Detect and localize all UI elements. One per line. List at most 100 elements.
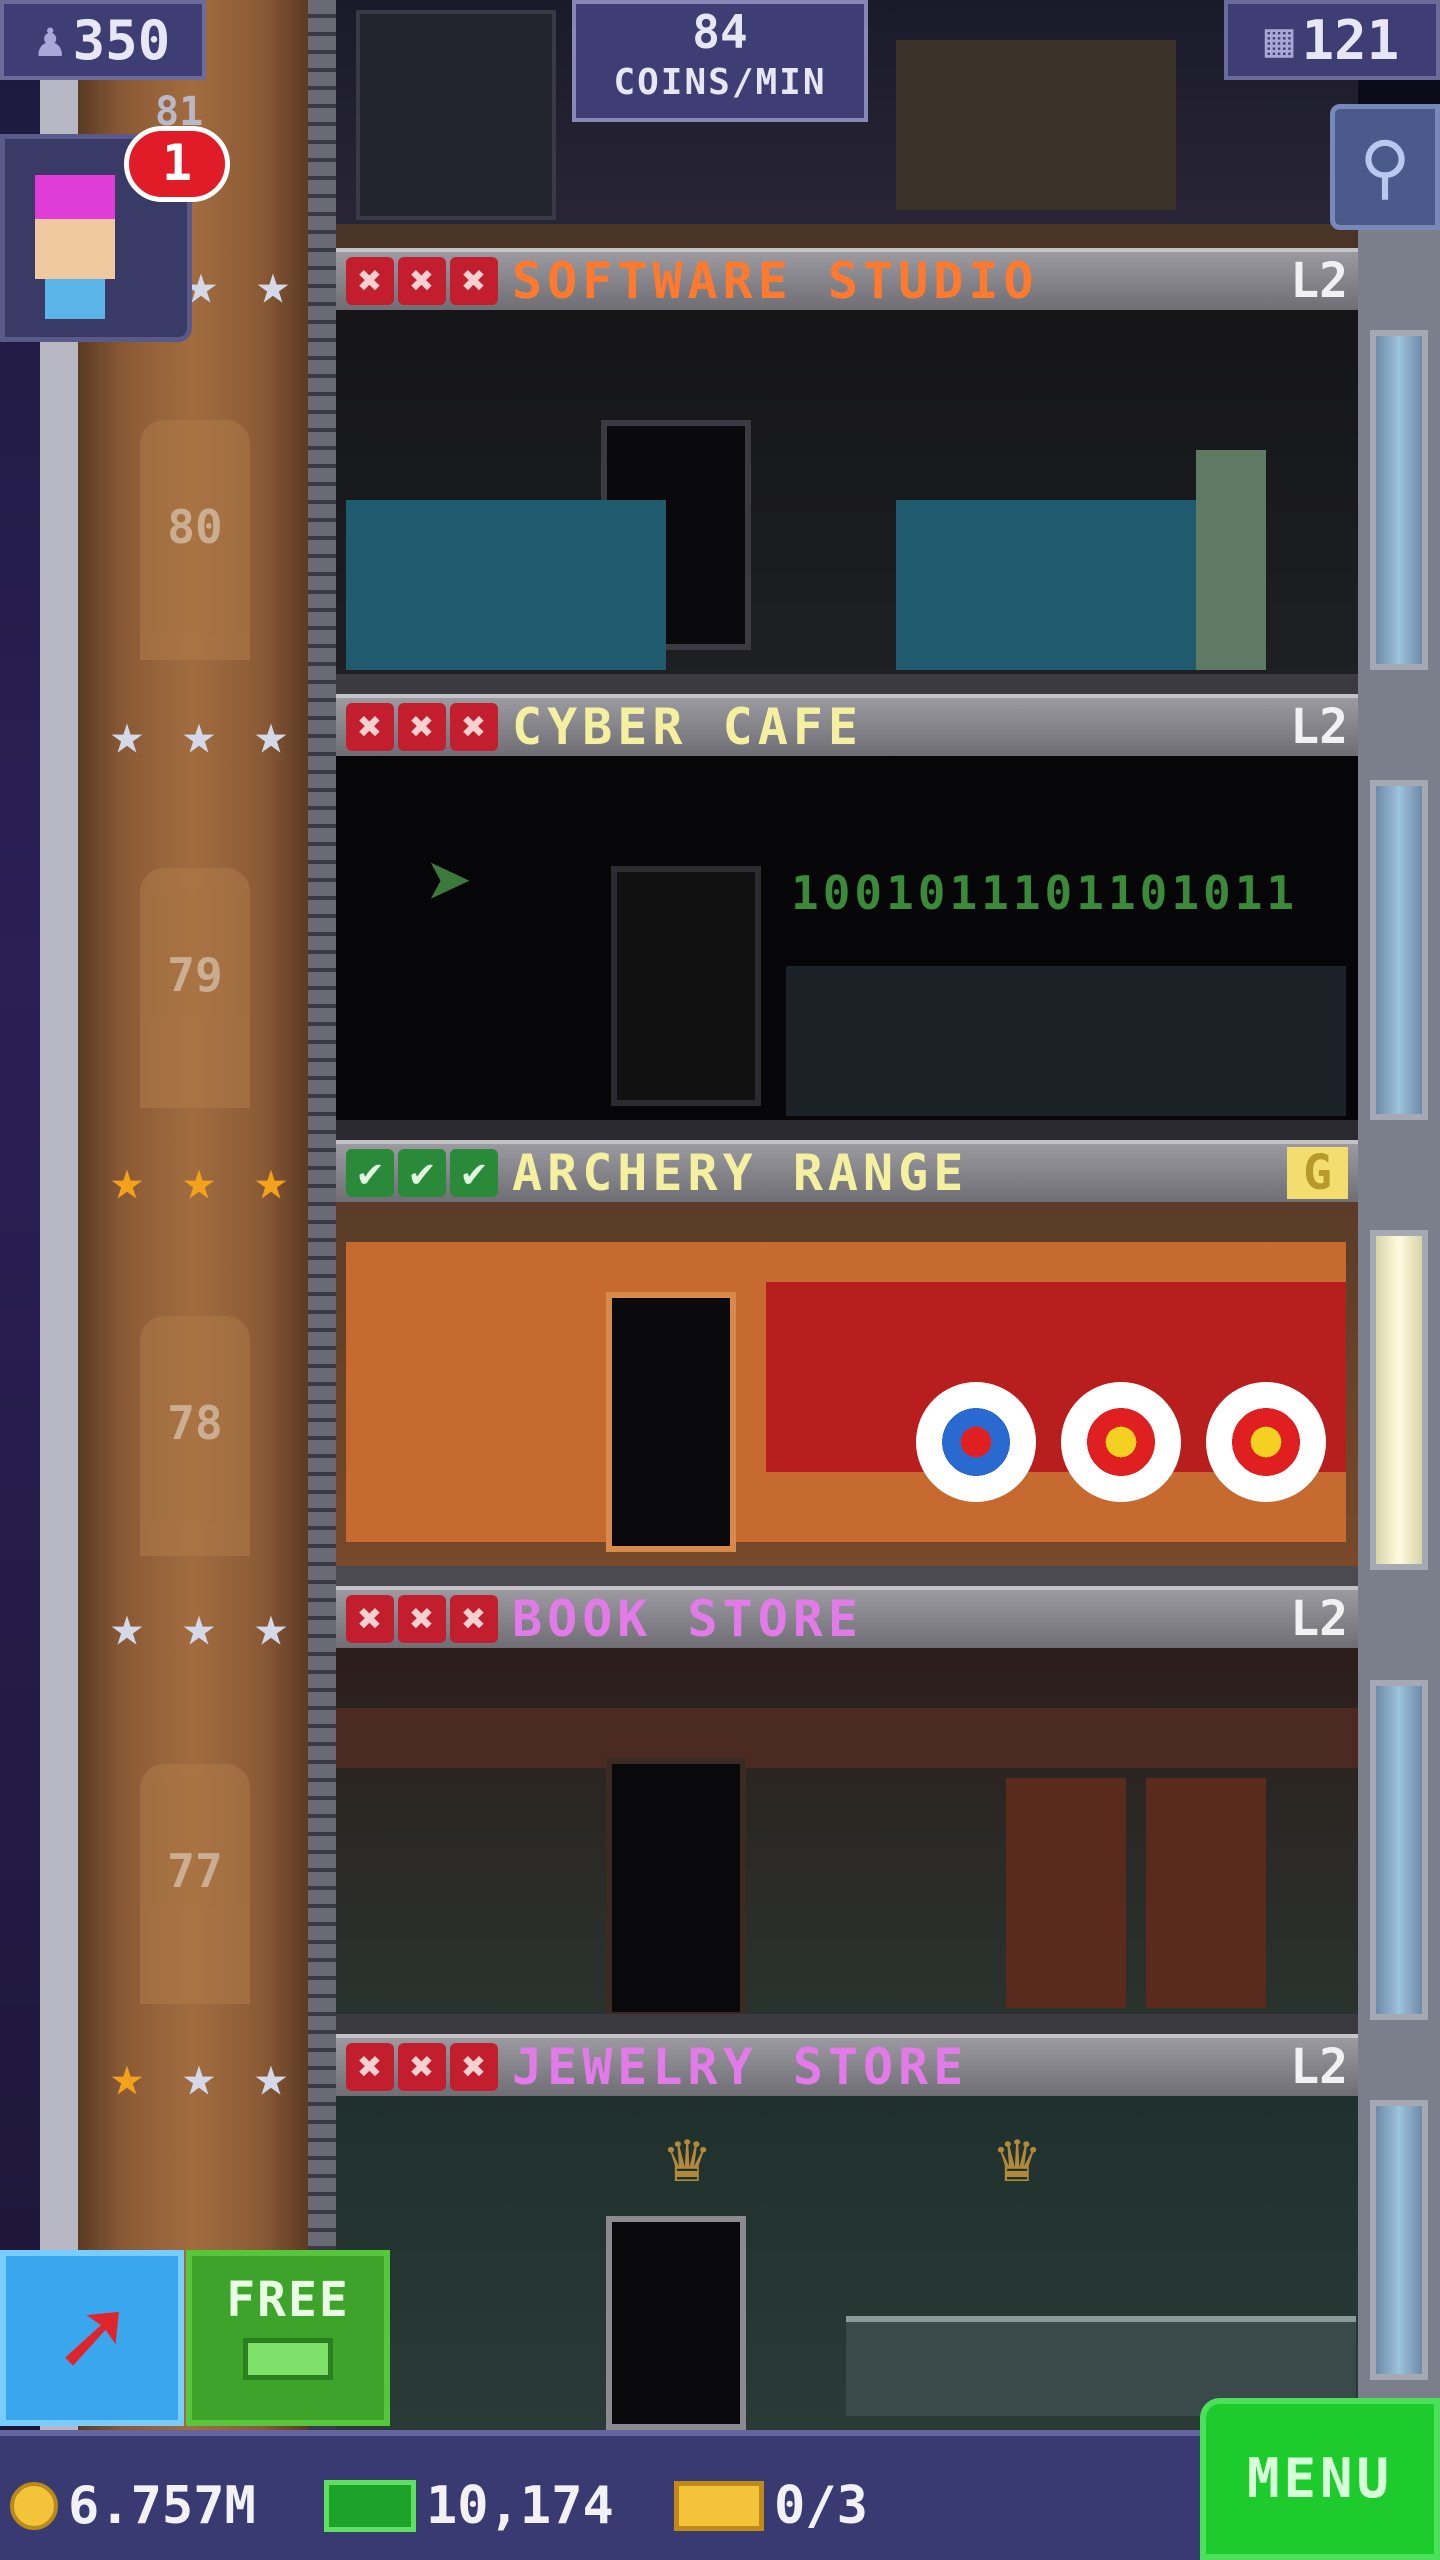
check-mark-icon: ✔ (346, 1149, 394, 1197)
floor-name: CYBER CAFE (512, 698, 864, 756)
room-door (606, 1758, 746, 2018)
floor-name: JEWELRY STORE (512, 2038, 969, 2096)
silver-star-icon: ★ (182, 702, 216, 767)
floor-strip (336, 2014, 1358, 2034)
floor-78[interactable]: ✖ ✖ ✖ BOOK STORE L2 (336, 1586, 1358, 2034)
floor-77-stars: ★ ★ ★ (96, 2046, 302, 2108)
chandelier-icon: ♛ (996, 2116, 1039, 2198)
filing-cabinet (1196, 450, 1266, 670)
population-value: 350 (72, 8, 171, 72)
sky-background (0, 0, 40, 2430)
floor-level: L2 (1290, 253, 1348, 309)
visitor-hair (35, 175, 115, 219)
archery-target-icon (1061, 1382, 1181, 1502)
check-mark-icon: ✔ (398, 1149, 446, 1197)
visitor-avatar (35, 219, 115, 279)
archery-target-icon (916, 1382, 1036, 1502)
room-door (606, 1292, 736, 1552)
silver-star-icon: ★ (254, 702, 288, 767)
ticket-icon (674, 2481, 764, 2531)
window (1370, 1230, 1428, 1570)
notification-badge: 1 (124, 126, 230, 202)
bux-display[interactable]: 10,174 (324, 2476, 614, 2536)
floor-count-value: 121 (1301, 8, 1400, 72)
x-mark-icon: ✖ (398, 1595, 446, 1643)
menu-button[interactable]: MENU (1200, 2398, 1440, 2560)
cursor-icon: ➤ (426, 836, 475, 929)
brick-trim (336, 1708, 1358, 1768)
x-mark-icon: ✖ (450, 257, 498, 305)
elevator-button[interactable]: ➚ (0, 2250, 184, 2426)
floor-strip (336, 1566, 1358, 1586)
x-mark-icon: ✖ (398, 257, 446, 305)
window (1370, 780, 1428, 1120)
check-mark-icon: ✔ (450, 1149, 498, 1197)
floor-header: ✖ ✖ ✖ BOOK STORE L2 (336, 1586, 1358, 1648)
computer-desks (786, 966, 1346, 1116)
floor-number-plaque: 79 (140, 868, 250, 1108)
floor-81[interactable]: ✖ ✖ ✖ SOFTWARE STUDIO L2 (336, 248, 1358, 694)
x-mark-icon: ✖ (346, 257, 394, 305)
pole (40, 0, 78, 2430)
coins-per-minute-panel[interactable]: 84 COINS/MIN (572, 0, 868, 122)
floor-header: ✔ ✔ ✔ ARCHERY RANGE G (336, 1140, 1358, 1202)
shaft-rail (308, 0, 336, 2430)
floor-79[interactable]: ✔ ✔ ✔ ARCHERY RANGE G (336, 1140, 1358, 1586)
floor-strip (336, 224, 1358, 248)
mission-marks: ✖ ✖ ✖ (346, 1595, 498, 1643)
tower-bux-icon (324, 2480, 416, 2532)
silver-star-icon: ★ (110, 1594, 144, 1659)
room-door (606, 2216, 746, 2430)
free-label: FREE (226, 2272, 350, 2328)
x-mark-icon: ✖ (346, 2043, 394, 2091)
silver-star-icon: ★ (110, 702, 144, 767)
floor-number-plaque: 80 (140, 420, 250, 660)
x-mark-icon: ✖ (346, 703, 394, 751)
bux-value: 10,174 (426, 2476, 614, 2536)
tower-bux-icon (243, 2338, 333, 2380)
floor-level: L2 (1290, 2039, 1348, 2095)
room-interior: ➤ 1001011101101011 (336, 756, 1358, 1140)
bookshelf (1146, 1778, 1266, 2008)
search-button[interactable]: ⚲ (1330, 104, 1440, 230)
gold-star-icon: ★ (110, 1148, 144, 1213)
visitor-shirt (45, 279, 105, 319)
silver-star-icon: ★ (254, 2044, 288, 2109)
silver-star-icon: ★ (254, 1594, 288, 1659)
floor-name: SOFTWARE STUDIO (512, 252, 1039, 310)
room-interior (336, 1202, 1358, 1586)
coins-display[interactable]: 6.757M (10, 2476, 256, 2536)
window (1370, 330, 1428, 670)
room-cabinet (356, 10, 556, 220)
magnifier-icon: ⚲ (1359, 126, 1411, 208)
tickets-display[interactable]: 0/3 (674, 2476, 868, 2536)
coins-rate-unit: COINS/MIN (613, 62, 827, 103)
x-mark-icon: ✖ (398, 703, 446, 751)
mission-marks: ✖ ✖ ✖ (346, 703, 498, 751)
floor-count-panel[interactable]: ▦ 121 (1224, 0, 1440, 80)
window (1370, 2100, 1428, 2380)
mission-marks: ✔ ✔ ✔ (346, 1149, 498, 1197)
free-bux-button[interactable]: FREE (186, 2250, 390, 2426)
desk (896, 500, 1236, 670)
floor-number-plaque: 78 (140, 1316, 250, 1556)
population-counter[interactable]: ♟ 350 (0, 0, 206, 80)
gold-star-icon: ★ (182, 1148, 216, 1213)
floor-header: ✖ ✖ ✖ SOFTWARE STUDIO L2 (336, 248, 1358, 310)
floor-number-plaque: 77 (140, 1764, 250, 2004)
floor-77[interactable]: ✖ ✖ ✖ JEWELRY STORE L2 ♛ ♛ (336, 2034, 1358, 2430)
floor-name: BOOK STORE (512, 1590, 864, 1648)
room-interior (336, 310, 1358, 694)
coins-value: 6.757M (68, 2476, 256, 2536)
floor-level: L2 (1290, 1591, 1348, 1647)
floor-strip (336, 1120, 1358, 1140)
person-icon: ♟ (35, 12, 65, 68)
floor-level-gold-badge: G (1287, 1147, 1348, 1199)
floor-80[interactable]: ✖ ✖ ✖ CYBER CAFE L2 ➤ 1001011101101011 (336, 694, 1358, 1140)
silver-star-icon: ★ (182, 2044, 216, 2109)
gold-star-icon: ★ (110, 2044, 144, 2109)
floor-name: ARCHERY RANGE (512, 1144, 969, 1202)
binary-text: 1001011101101011 (791, 866, 1299, 920)
floor-80-stars: ★ ★ ★ (96, 704, 302, 766)
arrow-up-right-icon: ➚ (58, 2274, 126, 2402)
